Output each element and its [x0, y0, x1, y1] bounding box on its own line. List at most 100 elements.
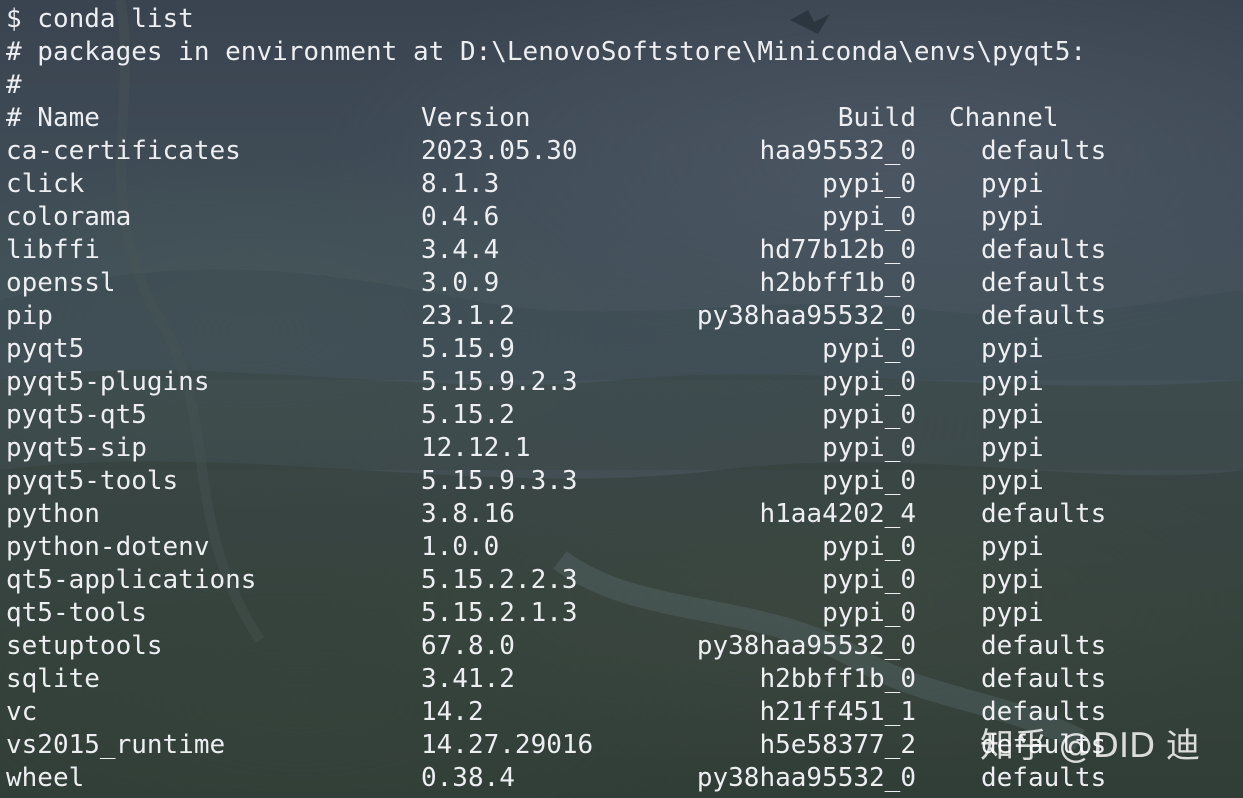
package-name: sqlite: [6, 664, 100, 694]
terminal-output: $ conda list # packages in environment a…: [0, 0, 1243, 798]
package-name: setuptools: [6, 631, 163, 661]
package-build: pypi_0: [822, 565, 916, 595]
package-channel: pypi: [981, 202, 1044, 232]
package-version: 0.38.4: [421, 763, 515, 793]
package-build: h2bbff1b_0: [759, 664, 916, 694]
package-name: wheel: [6, 763, 85, 793]
table-header: # Name Version Build Channel: [0, 102, 1243, 135]
table-row: qt5-applications 5.15.2.2.3 pypi_0 pypi: [0, 564, 1243, 597]
package-build: pypi_0: [822, 400, 916, 430]
package-build: h5e58377_2: [759, 730, 916, 760]
package-name: pyqt5-sip: [6, 433, 147, 463]
comment-line: #: [6, 70, 22, 100]
package-name: openssl: [6, 268, 116, 298]
table-row: pip 23.1.2 py38haa95532_0 defaults: [0, 300, 1243, 333]
package-channel: pypi: [981, 532, 1044, 562]
table-row: pyqt5 5.15.9 pypi_0 pypi: [0, 333, 1243, 366]
package-build: pypi_0: [822, 466, 916, 496]
table-row: libffi 3.4.4 hd77b12b_0 defaults: [0, 234, 1243, 267]
package-channel: pypi: [981, 367, 1044, 397]
header-channel: Channel: [949, 103, 1059, 133]
package-version: 5.15.2.1.3: [421, 598, 578, 628]
table-row: click 8.1.3 pypi_0 pypi: [0, 168, 1243, 201]
package-build: h21ff451_1: [759, 697, 916, 727]
package-channel: pypi: [981, 433, 1044, 463]
package-channel: defaults: [981, 136, 1107, 166]
package-version: 14.27.29016: [421, 730, 594, 760]
table-row: python 3.8.16 h1aa4202_4 defaults: [0, 498, 1243, 531]
package-version: 3.4.4: [421, 235, 500, 265]
package-name: qt5-tools: [6, 598, 147, 628]
package-build: pypi_0: [822, 367, 916, 397]
package-build: pypi_0: [822, 598, 916, 628]
table-row: pyqt5-qt5 5.15.2 pypi_0 pypi: [0, 399, 1243, 432]
package-name: vs2015_runtime: [6, 730, 226, 760]
package-name: vc: [6, 697, 38, 727]
package-version: 0.4.6: [421, 202, 500, 232]
environment-line: # packages in environment at D:\LenovoSo…: [6, 37, 1087, 67]
package-build: pypi_0: [822, 202, 916, 232]
table-row: pyqt5-tools 5.15.9.3.3 pypi_0 pypi: [0, 465, 1243, 498]
table-row: python-dotenv 1.0.0 pypi_0 pypi: [0, 531, 1243, 564]
package-build: py38haa95532_0: [696, 301, 916, 331]
package-version: 23.1.2: [421, 301, 515, 331]
package-build: pypi_0: [822, 433, 916, 463]
header-build: Build: [837, 103, 916, 133]
package-channel: pypi: [981, 334, 1044, 364]
package-version: 3.8.16: [421, 499, 515, 529]
package-version: 5.15.9.3.3: [421, 466, 578, 496]
package-name: pyqt5: [6, 334, 85, 364]
package-build: pypi_0: [822, 334, 916, 364]
table-row: openssl 3.0.9 h2bbff1b_0 defaults: [0, 267, 1243, 300]
package-channel: pypi: [981, 565, 1044, 595]
package-channel: pypi: [981, 598, 1044, 628]
package-version: 8.1.3: [421, 169, 500, 199]
table-row: ca-certificates 2023.05.30 haa95532_0 de…: [0, 135, 1243, 168]
prompt-line: $ conda list: [6, 4, 194, 34]
package-name: pyqt5-plugins: [6, 367, 210, 397]
package-name: python-dotenv: [6, 532, 210, 562]
package-version: 5.15.2: [421, 400, 515, 430]
package-build: pypi_0: [822, 169, 916, 199]
package-name: python: [6, 499, 100, 529]
package-channel: defaults: [981, 499, 1107, 529]
header-version: Version: [421, 103, 531, 133]
package-channel: defaults: [981, 664, 1107, 694]
zhihu-watermark: 知乎 @DID 迪: [980, 726, 1201, 766]
table-row: sqlite 3.41.2 h2bbff1b_0 defaults: [0, 663, 1243, 696]
table-row: pyqt5-sip 12.12.1 pypi_0 pypi: [0, 432, 1243, 465]
package-build: h1aa4202_4: [759, 499, 916, 529]
package-channel: defaults: [981, 301, 1107, 331]
table-row: setuptools 67.8.0 py38haa95532_0 default…: [0, 630, 1243, 663]
package-channel: defaults: [981, 235, 1107, 265]
package-channel: pypi: [981, 400, 1044, 430]
package-name: pyqt5-qt5: [6, 400, 147, 430]
package-build: h2bbff1b_0: [759, 268, 916, 298]
package-build: hd77b12b_0: [759, 235, 916, 265]
package-version: 1.0.0: [421, 532, 500, 562]
package-build: haa95532_0: [759, 136, 916, 166]
package-name: click: [6, 169, 85, 199]
table-row: colorama 0.4.6 pypi_0 pypi: [0, 201, 1243, 234]
package-version: 67.8.0: [421, 631, 515, 661]
package-build: py38haa95532_0: [696, 631, 916, 661]
package-version: 12.12.1: [421, 433, 531, 463]
package-channel: defaults: [981, 268, 1107, 298]
package-version: 3.0.9: [421, 268, 500, 298]
package-version: 5.15.9.2.3: [421, 367, 578, 397]
table-row: qt5-tools 5.15.2.1.3 pypi_0 pypi: [0, 597, 1243, 630]
package-version: 3.41.2: [421, 664, 515, 694]
package-name: qt5-applications: [6, 565, 257, 595]
package-channel: pypi: [981, 466, 1044, 496]
package-version: 5.15.9: [421, 334, 515, 364]
package-channel: pypi: [981, 169, 1044, 199]
package-version: 14.2: [421, 697, 484, 727]
table-row: pyqt5-plugins 5.15.9.2.3 pypi_0 pypi: [0, 366, 1243, 399]
header-name: # Name: [6, 103, 100, 133]
package-name: ca-certificates: [6, 136, 241, 166]
package-channel: defaults: [981, 631, 1107, 661]
package-name: libffi: [6, 235, 100, 265]
package-version: 2023.05.30: [421, 136, 578, 166]
package-name: colorama: [6, 202, 132, 232]
package-name: pip: [6, 301, 53, 331]
